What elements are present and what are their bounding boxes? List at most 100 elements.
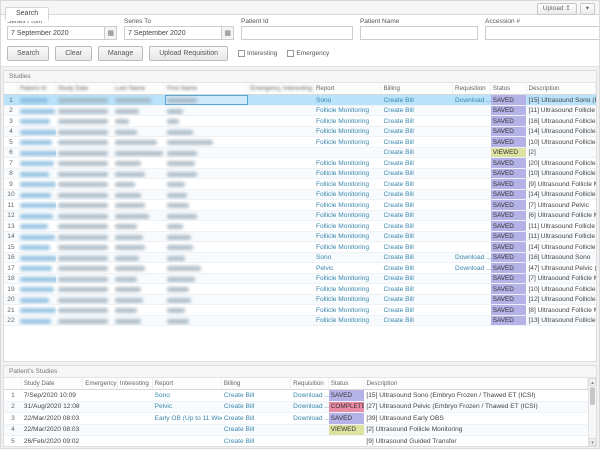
billing-link[interactable]: Create Bill xyxy=(381,211,453,221)
scroll-down-icon[interactable]: ▾ xyxy=(589,438,596,446)
table-row[interactable]: 10Follicle MonitoringCreate BillSAVED[14… xyxy=(4,190,596,201)
billing-link[interactable]: Create Bill xyxy=(381,221,453,231)
table-row[interactable]: 231/Aug/2020 12:08PelvicCreate BillDownl… xyxy=(4,402,588,414)
table-row[interactable]: 12Follicle MonitoringCreate BillSAVED[6]… xyxy=(4,211,596,222)
text-input[interactable] xyxy=(242,27,352,39)
cell-patient-id[interactable] xyxy=(18,200,56,210)
report-link[interactable]: Follicle Monitoring xyxy=(314,211,382,221)
report-link[interactable]: Follicle Monitoring xyxy=(314,242,382,252)
tab-search[interactable]: Search xyxy=(5,7,49,21)
table-row[interactable]: 2Follicle MonitoringCreate BillSAVED[11]… xyxy=(4,106,596,117)
report-link[interactable]: Follicle Monitoring xyxy=(314,274,382,284)
billing-link[interactable]: Create Bill xyxy=(381,305,453,315)
billing-link[interactable]: Create Bill xyxy=(381,200,453,210)
report-link[interactable]: Follicle Monitoring xyxy=(314,169,382,179)
report-link[interactable]: Sono xyxy=(153,390,222,401)
table-row[interactable]: 18Follicle MonitoringCreate BillSAVED[7]… xyxy=(4,274,596,285)
report-link[interactable]: Follicle Monitoring xyxy=(314,295,382,305)
report-link[interactable]: Sono xyxy=(314,253,382,263)
calendar-icon[interactable]: ▦ xyxy=(221,27,233,39)
table-row[interactable]: 15Follicle MonitoringCreate BillSAVED[14… xyxy=(4,242,596,253)
cell-patient-id[interactable] xyxy=(18,221,56,231)
report-link[interactable]: Follicle Monitoring xyxy=(314,284,382,294)
cell-patient-id[interactable] xyxy=(18,242,56,252)
table-row[interactable]: 322/Mar/2020 08:03Early OB (Up to 11 Wee… xyxy=(4,413,588,425)
requisition-link[interactable]: Download ... xyxy=(453,253,491,263)
billing-link[interactable]: Create Bill xyxy=(222,436,291,446)
cell-patient-id[interactable] xyxy=(18,190,56,200)
table-row[interactable]: 22Follicle MonitoringCreate BillSAVED[13… xyxy=(4,316,596,327)
report-link[interactable]: Follicle Monitoring xyxy=(314,200,382,210)
table-row[interactable]: 17/Sep/2020 10:09SonoCreate BillDownload… xyxy=(4,390,588,402)
table-row[interactable]: 13Follicle MonitoringCreate BillSAVED[11… xyxy=(4,221,596,232)
requisition-link[interactable]: Download ... xyxy=(453,95,491,105)
table-row[interactable]: 19Follicle MonitoringCreate BillSAVED[10… xyxy=(4,284,596,295)
cell-patient-id[interactable] xyxy=(18,253,56,263)
scrollbar-thumb[interactable] xyxy=(590,387,595,405)
upload-button[interactable]: Upload ↥ xyxy=(537,3,577,15)
cell-patient-id[interactable] xyxy=(18,232,56,242)
billing-link[interactable]: Create Bill xyxy=(381,284,453,294)
billing-link[interactable]: Create Bill xyxy=(381,95,453,105)
billing-link[interactable]: Create Bill xyxy=(381,169,453,179)
cell-patient-id[interactable] xyxy=(18,263,56,273)
cell-patient-id[interactable] xyxy=(18,127,56,137)
report-link[interactable]: Follicle Monitoring xyxy=(314,221,382,231)
report-link[interactable]: Follicle Monitoring xyxy=(314,137,382,147)
cell-patient-id[interactable] xyxy=(18,137,56,147)
vertical-scrollbar[interactable]: ▴ ▾ xyxy=(588,378,596,446)
menu-dropdown-button[interactable]: ▾ xyxy=(580,3,595,15)
cell-patient-id[interactable] xyxy=(18,116,56,126)
table-row[interactable]: 11Follicle MonitoringCreate BillSAVED[7]… xyxy=(4,200,596,211)
date-input[interactable] xyxy=(8,27,104,39)
checkbox-box-icon[interactable] xyxy=(287,50,294,57)
table-row[interactable]: 6Create BillVIEWED[2] xyxy=(4,148,596,159)
cell-patient-id[interactable] xyxy=(18,179,56,189)
manage-button[interactable]: Manage xyxy=(98,46,143,61)
billing-link[interactable]: Create Bill xyxy=(381,116,453,126)
billing-link[interactable]: Create Bill xyxy=(381,127,453,137)
report-link[interactable] xyxy=(314,148,382,158)
billing-link[interactable]: Create Bill xyxy=(222,425,291,436)
report-link[interactable]: Follicle Monitoring xyxy=(314,116,382,126)
table-row[interactable]: 3Follicle MonitoringCreate BillSAVED[16]… xyxy=(4,116,596,127)
calendar-icon[interactable]: ▦ xyxy=(104,27,116,39)
clear-button[interactable]: Clear xyxy=(55,46,92,61)
checkbox-box-icon[interactable] xyxy=(238,50,245,57)
report-link[interactable]: Follicle Monitoring xyxy=(314,232,382,242)
requisition-link[interactable]: Download ... xyxy=(291,413,329,424)
requisition-link[interactable]: Download ... xyxy=(291,390,329,401)
table-row[interactable]: 14Follicle MonitoringCreate BillSAVED[11… xyxy=(4,232,596,243)
text-input[interactable] xyxy=(361,27,477,39)
table-row[interactable]: 17PelvicCreate BillDownload ...SAVED[47]… xyxy=(4,263,596,274)
cell-patient-id[interactable] xyxy=(18,274,56,284)
date-input[interactable] xyxy=(125,27,221,39)
report-link[interactable]: Follicle Monitoring xyxy=(314,190,382,200)
scroll-up-icon[interactable]: ▴ xyxy=(589,378,596,386)
table-row[interactable]: 5Follicle MonitoringCreate BillSAVED[10]… xyxy=(4,137,596,148)
billing-link[interactable]: Create Bill xyxy=(381,253,453,263)
billing-link[interactable]: Create Bill xyxy=(381,232,453,242)
requisition-link[interactable]: Download ... xyxy=(291,402,329,413)
table-row[interactable]: 21Follicle MonitoringCreate BillSAVED[8]… xyxy=(4,305,596,316)
billing-link[interactable]: Create Bill xyxy=(381,190,453,200)
table-row[interactable]: 526/Feb/2020 09:02Create Bill[9] Ultraso… xyxy=(4,436,588,446)
table-row[interactable]: 1SonoCreate BillDownload ...SAVED[15] Ul… xyxy=(4,95,596,106)
billing-link[interactable]: Create Bill xyxy=(381,148,453,158)
table-row[interactable]: 8Follicle MonitoringCreate BillSAVED[10]… xyxy=(4,169,596,180)
cell-patient-id[interactable] xyxy=(18,211,56,221)
report-link[interactable]: Pelvic xyxy=(153,402,222,413)
report-link[interactable]: Follicle Monitoring xyxy=(314,305,382,315)
checkbox-emergency[interactable]: Emergency xyxy=(287,50,329,57)
cell-patient-id[interactable] xyxy=(18,169,56,179)
cell-patient-id[interactable] xyxy=(18,305,56,315)
report-link[interactable]: Follicle Monitoring xyxy=(314,106,382,116)
checkbox-interesting[interactable]: Interesting xyxy=(238,50,277,57)
report-link[interactable]: Follicle Monitoring xyxy=(314,158,382,168)
report-link[interactable]: Follicle Monitoring xyxy=(314,127,382,137)
cell-patient-id[interactable] xyxy=(18,295,56,305)
table-row[interactable]: 4Follicle MonitoringCreate BillSAVED[14]… xyxy=(4,127,596,138)
billing-link[interactable]: Create Bill xyxy=(222,402,291,413)
requisition-link[interactable]: Download ... xyxy=(453,263,491,273)
billing-link[interactable]: Create Bill xyxy=(222,390,291,401)
